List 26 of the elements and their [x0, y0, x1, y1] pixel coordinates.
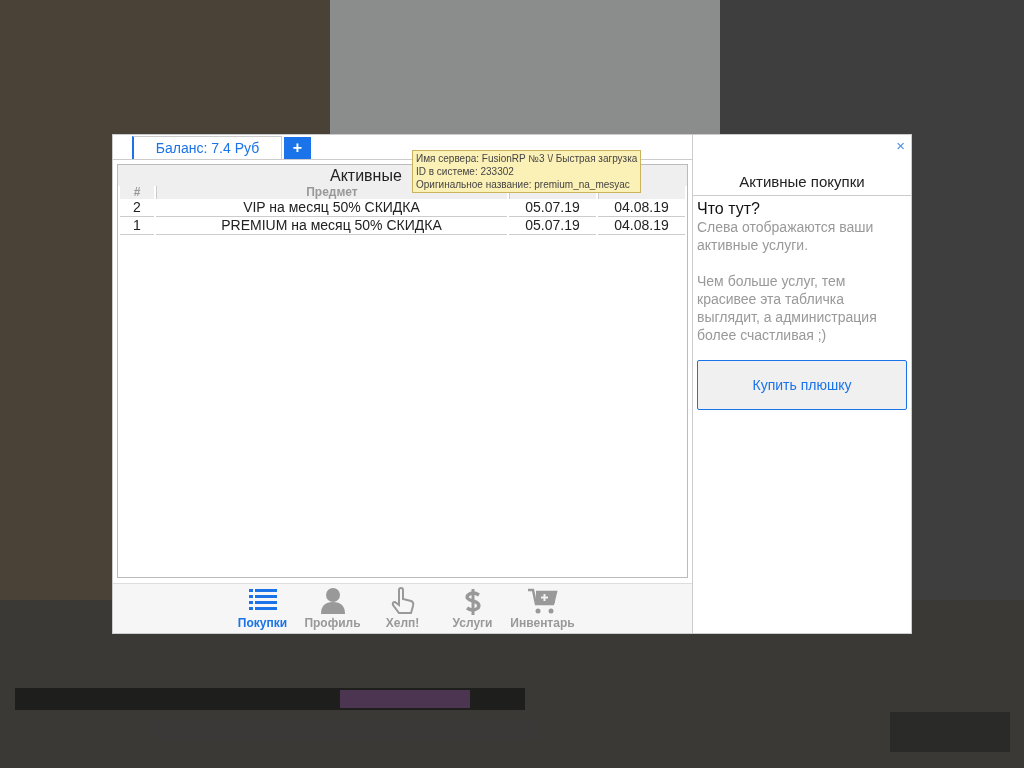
nav-item[interactable]: Услуги: [437, 584, 508, 633]
panel-title: Активные покупки: [693, 173, 911, 196]
balance-tab[interactable]: Баланс: 7.4 Руб: [132, 136, 282, 159]
nav-item[interactable]: Хелп!: [367, 584, 438, 633]
table-cell: 05.07.19: [509, 199, 596, 217]
table-cell: 04.08.19: [598, 217, 685, 235]
tooltip-line: ID в системе: 233302: [416, 165, 515, 178]
close-button[interactable]: ×: [896, 137, 905, 154]
table-title: Активные: [330, 167, 402, 184]
buy-button[interactable]: Купить плюшку: [697, 360, 907, 410]
table-cell: VIP на месяц 50% СКИДКА: [156, 199, 507, 217]
table-cell: 04.08.19: [598, 199, 685, 217]
column-header: #: [120, 186, 154, 199]
nav-item[interactable]: Покупки: [227, 584, 298, 633]
table-cell: 2: [120, 199, 154, 217]
table-cell: 1: [120, 217, 154, 235]
tooltip-line: Имя сервера: FusionRP №3 \/ Быстрая загрузка: [416, 152, 638, 165]
nav-item[interactable]: Инвентарь: [507, 584, 578, 633]
table-cell: PREMIUM на месяц 50% СКИДКА: [156, 217, 507, 235]
table-cell: 05.07.19: [509, 217, 596, 235]
nav-item[interactable]: Профиль: [297, 584, 368, 633]
info-paragraph: Слева отображаются ваши активные услуги.: [697, 218, 875, 254]
info-heading: Что тут?: [697, 200, 761, 218]
info-paragraph: Чем больше услуг, тем красивее эта табличка выглядит, а администрация более счастливая ;): [697, 272, 878, 344]
cart-icon: [526, 586, 559, 616]
add-button[interactable]: +: [284, 137, 311, 159]
